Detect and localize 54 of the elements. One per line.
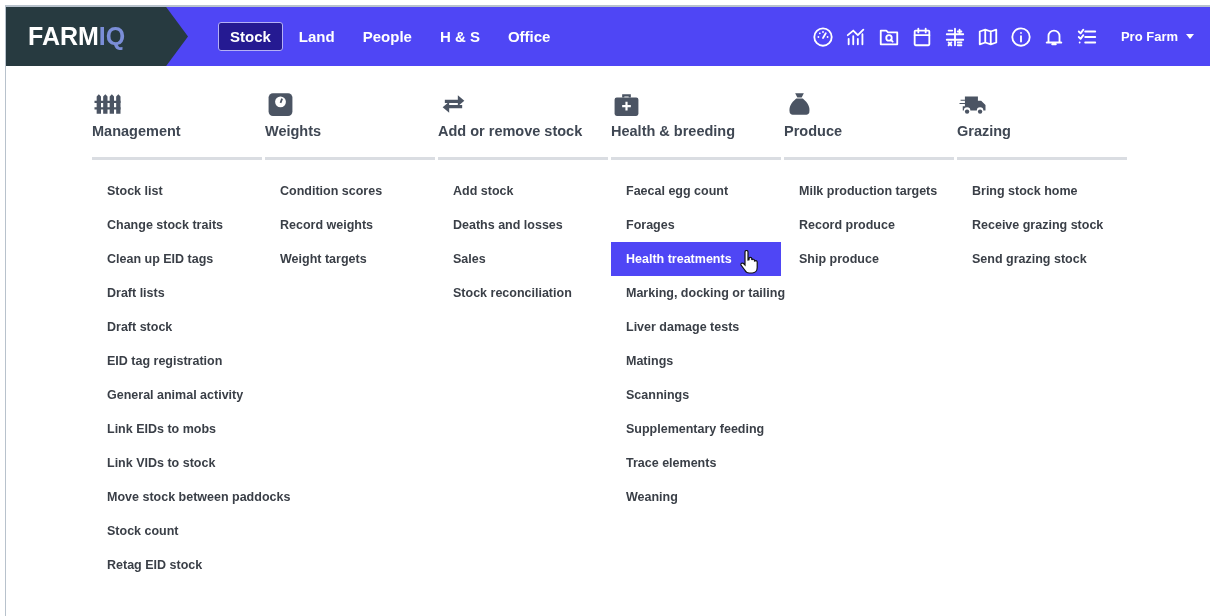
menu-item[interactable]: Matings (611, 344, 781, 378)
logo[interactable]: FARMIQ (6, 7, 188, 66)
menu-item[interactable]: Draft stock (92, 310, 262, 344)
menu-item[interactable]: Stock list (92, 174, 262, 208)
dashboard-icon[interactable] (811, 25, 834, 48)
menu-item[interactable]: Marking, docking or tailing (611, 276, 786, 310)
category-title: Health & breeding (611, 123, 736, 139)
menu-item[interactable]: Supplementary feeding (611, 412, 781, 446)
menu-item[interactable]: Link EIDs to mobs (92, 412, 262, 446)
category-title: Add or remove stock (438, 123, 583, 139)
menu-item[interactable]: Clean up EID tags (92, 242, 262, 276)
menu-item[interactable]: Health treatments (611, 242, 781, 276)
nav-tab[interactable]: People (350, 22, 424, 51)
menu-item[interactable]: Faecal egg count (611, 174, 781, 208)
menu-item[interactable]: Sales (438, 242, 608, 276)
menu-item[interactable]: Liver damage tests (611, 310, 781, 344)
nav-tab[interactable]: H & S (427, 22, 492, 51)
menu-item[interactable]: Link VIDs to stock (92, 446, 262, 480)
menu-item[interactable]: Milk production targets (784, 174, 954, 208)
menu-item[interactable]: Ship produce (784, 242, 954, 276)
nav-tab[interactable]: Office (495, 22, 563, 51)
menu-item[interactable]: Draft lists (92, 276, 262, 310)
menu-item[interactable]: Move stock between paddocks (92, 480, 291, 514)
menu-item[interactable]: Stock count (92, 514, 262, 548)
account-menu[interactable]: Pro Farm (1120, 29, 1194, 44)
nav-tab[interactable]: Land (286, 22, 347, 51)
menu-item[interactable]: Add stock (438, 174, 608, 208)
menu-item[interactable]: Weaning (611, 480, 781, 514)
calculator-icon[interactable] (943, 25, 966, 48)
menu-item[interactable]: Change stock traits (92, 208, 262, 242)
menu-item[interactable]: Record weights (265, 208, 435, 242)
menu-item[interactable]: Trace elements (611, 446, 781, 480)
info-icon[interactable] (1009, 25, 1032, 48)
menu-item[interactable]: Bring stock home (957, 174, 1127, 208)
pointer-cursor-icon (739, 250, 759, 274)
category-title: Grazing (957, 123, 1011, 139)
category-title: Weights (265, 123, 322, 139)
menu-item[interactable]: Send grazing stock (957, 242, 1127, 276)
menu-item[interactable]: Deaths and losses (438, 208, 608, 242)
menu-item[interactable]: Weight targets (265, 242, 435, 276)
menu-item[interactable]: Record produce (784, 208, 954, 242)
menu-item[interactable]: Stock reconciliation (438, 276, 608, 310)
menu-item[interactable]: Retag EID stock (92, 548, 262, 582)
menu-item[interactable]: Condition scores (265, 174, 435, 208)
menu-item[interactable]: Receive grazing stock (957, 208, 1127, 242)
menu-item[interactable]: Forages (611, 208, 781, 242)
menu-item[interactable]: EID tag registration (92, 344, 262, 378)
nav-tab[interactable]: Stock (218, 22, 283, 51)
caret-icon (1186, 34, 1194, 39)
fence-icon (92, 91, 123, 117)
category-title: Management (92, 123, 181, 139)
menu-item[interactable]: General animal activity (92, 378, 262, 412)
category-title: Produce (784, 123, 842, 139)
menu-item[interactable]: Scannings (611, 378, 781, 412)
